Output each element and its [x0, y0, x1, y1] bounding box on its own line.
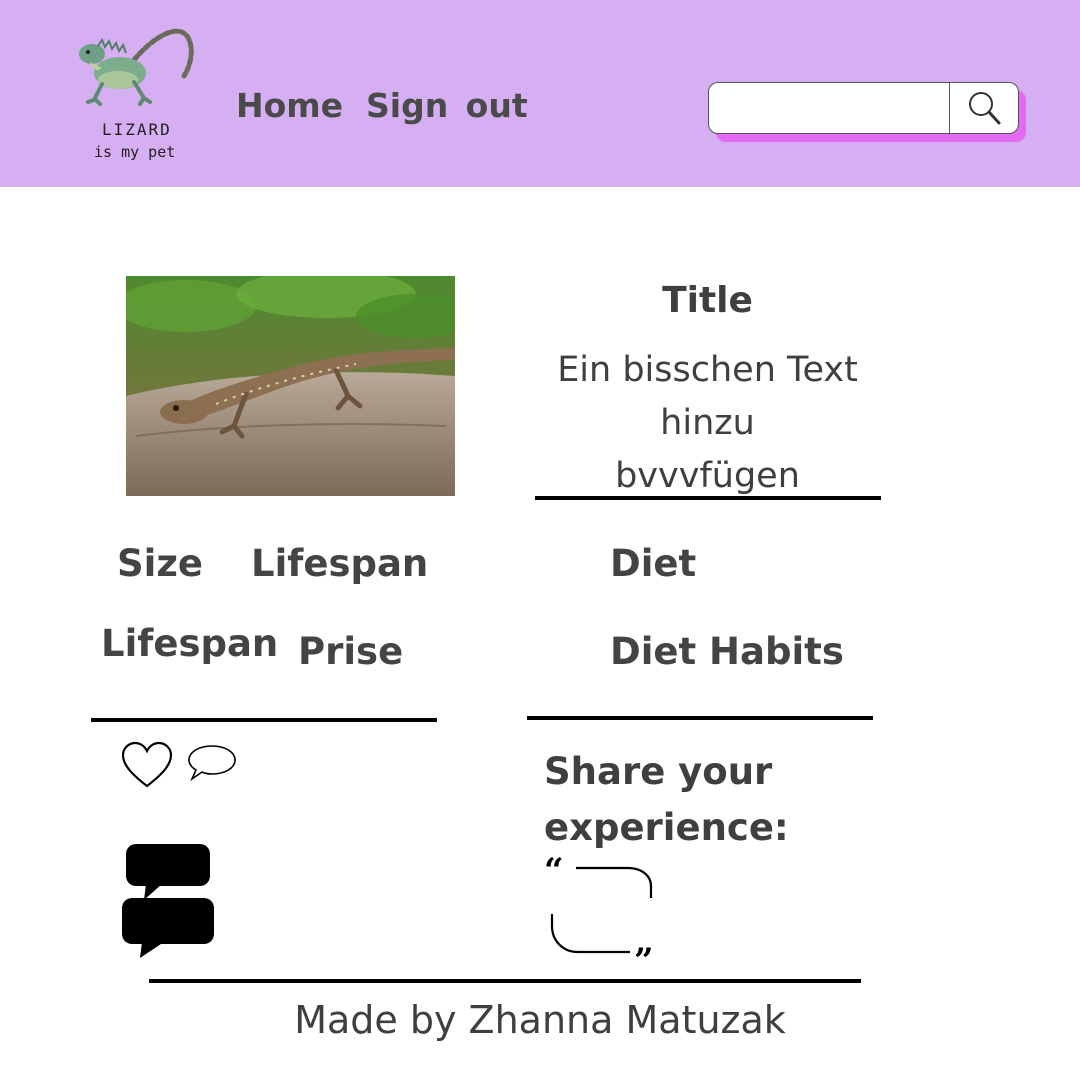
search-input[interactable] [711, 85, 947, 131]
fact-lifespan-secondary: Lifespan [101, 622, 279, 665]
search-button[interactable] [951, 83, 1019, 133]
fact-diet: Diet [610, 542, 697, 585]
facts-divider-right [527, 716, 873, 720]
fact-lifespan: Lifespan [251, 542, 429, 585]
search-icon [969, 92, 1001, 125]
quote-close-icon: ” [634, 941, 654, 981]
svg-text:“: “ [544, 852, 564, 891]
search-divider [949, 83, 950, 133]
fact-diet-habits: Diet Habits [610, 630, 844, 673]
post-description: Ein bisschen Text hinzu bvvvfügen [530, 344, 885, 503]
comment-icon [188, 745, 236, 782]
svg-text:”: ” [634, 941, 654, 968]
description-line: hinzu [660, 403, 755, 443]
chat-bubbles-icon [122, 844, 214, 958]
share-heading: Share your experience: [544, 744, 844, 856]
lizard-logo-icon [79, 28, 194, 106]
site-logo[interactable]: LIZARD is my pet [72, 18, 202, 168]
facts-divider-left [91, 718, 437, 722]
search-bar [708, 82, 1019, 134]
description-divider [535, 496, 881, 500]
share-heading-line: Share your [544, 750, 773, 793]
nav-home-link[interactable]: Home [236, 86, 343, 125]
like-button[interactable] [120, 740, 174, 794]
share-heading-line: experience: [544, 806, 789, 849]
comment-button[interactable] [186, 742, 238, 788]
header-bar: LIZARD is my pet Home Sign out [0, 0, 1080, 187]
lizard-photo [126, 276, 455, 496]
description-line: Ein bisschen Text [557, 350, 858, 390]
heart-icon [121, 741, 173, 788]
chat-button[interactable] [120, 844, 216, 964]
fact-size: Size [117, 542, 203, 585]
post-title: Title [662, 280, 753, 321]
share-experience-box[interactable]: “ ” [540, 851, 670, 981]
fact-price: Prise [298, 630, 404, 673]
logo-subtitle: is my pet [94, 143, 176, 161]
quote-open-icon: “ [544, 851, 564, 891]
nav-sign-out-link[interactable]: Sign out [366, 86, 528, 125]
logo-title: LIZARD [102, 120, 172, 139]
footer-divider [149, 979, 861, 983]
footer-credit: Made by Zhanna Matuzak [294, 998, 786, 1042]
